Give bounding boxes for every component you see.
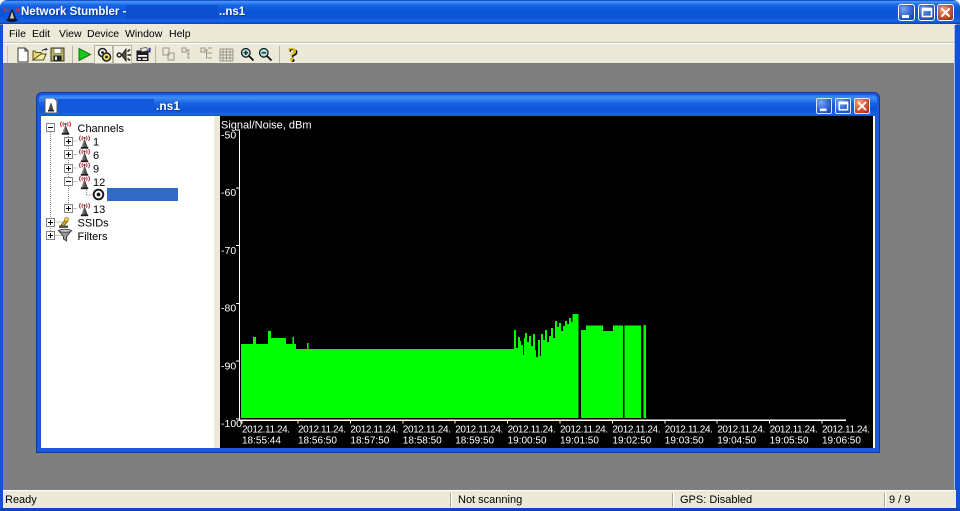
- svg-text:-80: -80: [221, 303, 236, 315]
- svg-text:-50: -50: [221, 129, 236, 141]
- svg-text:2012.11.24.: 2012.11.24.: [822, 425, 870, 436]
- svg-text:18:59:50: 18:59:50: [455, 436, 494, 447]
- svg-text:-90: -90: [221, 360, 236, 372]
- svg-text:18:57:50: 18:57:50: [350, 436, 389, 447]
- svg-text:6: 6: [93, 150, 99, 162]
- svg-text:19:05:50: 19:05:50: [770, 436, 809, 447]
- svg-text:19:06:50: 19:06:50: [822, 436, 861, 447]
- svg-text:2012.11.24.: 2012.11.24.: [560, 425, 608, 436]
- svg-text:2012.11.24.: 2012.11.24.: [770, 425, 818, 436]
- svg-text:2012.11.24.: 2012.11.24.: [350, 425, 398, 436]
- svg-text:18:56:50: 18:56:50: [298, 436, 337, 447]
- svg-text:2012.11.24.: 2012.11.24.: [665, 425, 713, 436]
- svg-text:Filters: Filters: [78, 231, 108, 243]
- svg-text:-100: -100: [221, 418, 242, 430]
- svg-text:2012.11.24.: 2012.11.24.: [298, 425, 346, 436]
- svg-text:2012.11.24.: 2012.11.24.: [508, 425, 556, 436]
- svg-text:13: 13: [93, 204, 105, 216]
- svg-text:SSIDs: SSIDs: [78, 218, 110, 230]
- svg-text:9: 9: [93, 164, 99, 176]
- svg-text:-60: -60: [221, 187, 236, 199]
- svg-text:18:58:50: 18:58:50: [403, 436, 442, 447]
- svg-text:19:03:50: 19:03:50: [665, 436, 704, 447]
- svg-text:18:55:44: 18:55:44: [242, 436, 281, 447]
- svg-text:19:00:50: 19:00:50: [508, 436, 547, 447]
- svg-text:1: 1: [93, 137, 99, 149]
- svg-text:2012.11.24.: 2012.11.24.: [612, 425, 660, 436]
- svg-text:-70: -70: [221, 245, 236, 257]
- svg-text:2012.11.24.: 2012.11.24.: [403, 425, 451, 436]
- svg-text:19:04:50: 19:04:50: [717, 436, 756, 447]
- svg-text:?: ?: [287, 45, 297, 66]
- svg-text:2012.11.24.: 2012.11.24.: [242, 425, 290, 436]
- svg-text:Channels: Channels: [78, 123, 125, 135]
- svg-text:2012.11.24.: 2012.11.24.: [455, 425, 503, 436]
- svg-text:19:01:50: 19:01:50: [560, 436, 599, 447]
- svg-text:19:02:50: 19:02:50: [612, 436, 651, 447]
- svg-text:2012.11.24.: 2012.11.24.: [717, 425, 765, 436]
- svg-text:12: 12: [93, 177, 105, 189]
